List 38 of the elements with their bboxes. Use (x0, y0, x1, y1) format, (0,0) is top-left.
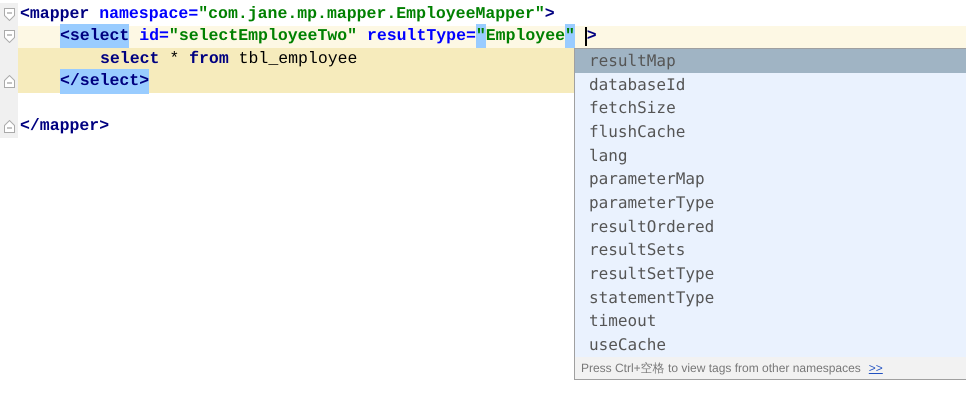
completion-item[interactable]: parameterMap (575, 167, 966, 192)
code-token: Employee (486, 25, 565, 48)
code-token: </select> (60, 69, 150, 94)
code-token: from (189, 48, 229, 70)
code-token: " (565, 24, 575, 50)
code-token: <mapper (20, 2, 90, 25)
code-token: * (169, 48, 180, 70)
code-token: select (100, 48, 160, 70)
text-cursor (584, 27, 587, 46)
fold-icon[interactable] (4, 75, 14, 88)
completion-item[interactable]: timeout (575, 310, 966, 334)
code-token: tbl_employee (238, 48, 358, 70)
more-link[interactable]: >> (868, 358, 883, 377)
completion-item[interactable]: databaseId (575, 72, 966, 96)
completion-item[interactable]: resultMap (575, 49, 966, 73)
code-token: id= (139, 25, 169, 48)
code-token: namespace= (99, 2, 198, 25)
code-token: "com.jane.mp.mapper.EmployeeMapper" (198, 2, 545, 25)
hint-text: Press Ctrl+空格 to view tags from other namespaces (581, 360, 861, 377)
fold-icon[interactable] (4, 120, 14, 134)
code-token: resultType= (366, 25, 476, 48)
completion-item[interactable]: flushCache (575, 120, 966, 144)
completion-item[interactable]: fetchSize (575, 96, 966, 120)
completion-item[interactable]: lang (575, 144, 966, 168)
code-token: " (476, 24, 486, 50)
code-token: > (586, 25, 597, 48)
fold-icon[interactable] (4, 30, 14, 44)
completion-item[interactable]: parameterType (575, 191, 966, 215)
code-token: "selectEmployeeTwo" (168, 25, 358, 48)
completion-item[interactable]: statementType (575, 286, 966, 310)
code-token: > (544, 2, 555, 25)
completion-item[interactable]: resultSets (575, 238, 966, 262)
completion-item[interactable]: useCache (575, 333, 966, 357)
completion-item[interactable]: resultOrdered (575, 214, 966, 238)
completion-item[interactable]: resultSetType (575, 262, 966, 286)
code-token: <select (60, 24, 130, 50)
fold-icon[interactable] (4, 8, 14, 21)
code-token: </mapper> (20, 115, 110, 138)
